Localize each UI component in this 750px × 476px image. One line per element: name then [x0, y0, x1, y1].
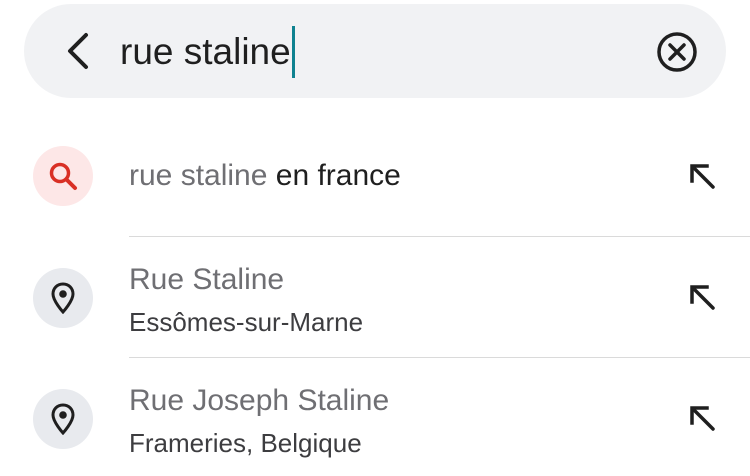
suggestion-matched-text: rue staline	[129, 159, 268, 192]
arrow-up-left-icon	[690, 164, 715, 189]
search-icon	[49, 162, 77, 190]
search-input[interactable]: rue staline	[120, 26, 620, 78]
suggestion-subtitle: Frameries, Belgique	[129, 428, 362, 458]
search-query-text: rue staline	[120, 31, 291, 72]
fill-query-button[interactable]	[680, 154, 724, 198]
suggestion-title: rue staline en france	[129, 161, 401, 191]
back-button[interactable]	[54, 26, 104, 76]
map-pin-icon-badge	[33, 389, 93, 449]
suggestion-completion-text: en france	[275, 159, 401, 192]
suggestion-place[interactable]: Rue Joseph Staline Frameries, Belgique	[0, 358, 750, 476]
suggestion-title: Rue Joseph Staline	[129, 384, 390, 417]
suggestion-subtitle: Essômes-sur-Marne	[129, 307, 364, 337]
chevron-left-icon	[68, 33, 88, 69]
map-pin-icon	[51, 403, 75, 435]
map-pin-icon-badge	[33, 268, 93, 328]
map-pin-icon	[51, 282, 75, 314]
clear-button[interactable]	[652, 27, 702, 77]
suggestion-query-completion[interactable]: rue staline en france	[0, 116, 750, 236]
suggestion-place[interactable]: Rue Staline Essômes-sur-Marne	[0, 237, 750, 357]
text-caret	[291, 26, 295, 78]
search-icon-badge	[33, 146, 93, 206]
arrow-up-left-icon	[690, 285, 715, 310]
suggestion-title: Rue Staline	[129, 263, 285, 296]
circle-x-icon	[657, 32, 697, 72]
fill-query-button[interactable]	[680, 275, 724, 319]
search-bar: rue staline	[24, 4, 726, 98]
fill-query-button[interactable]	[680, 396, 724, 440]
arrow-up-left-icon	[690, 406, 715, 431]
